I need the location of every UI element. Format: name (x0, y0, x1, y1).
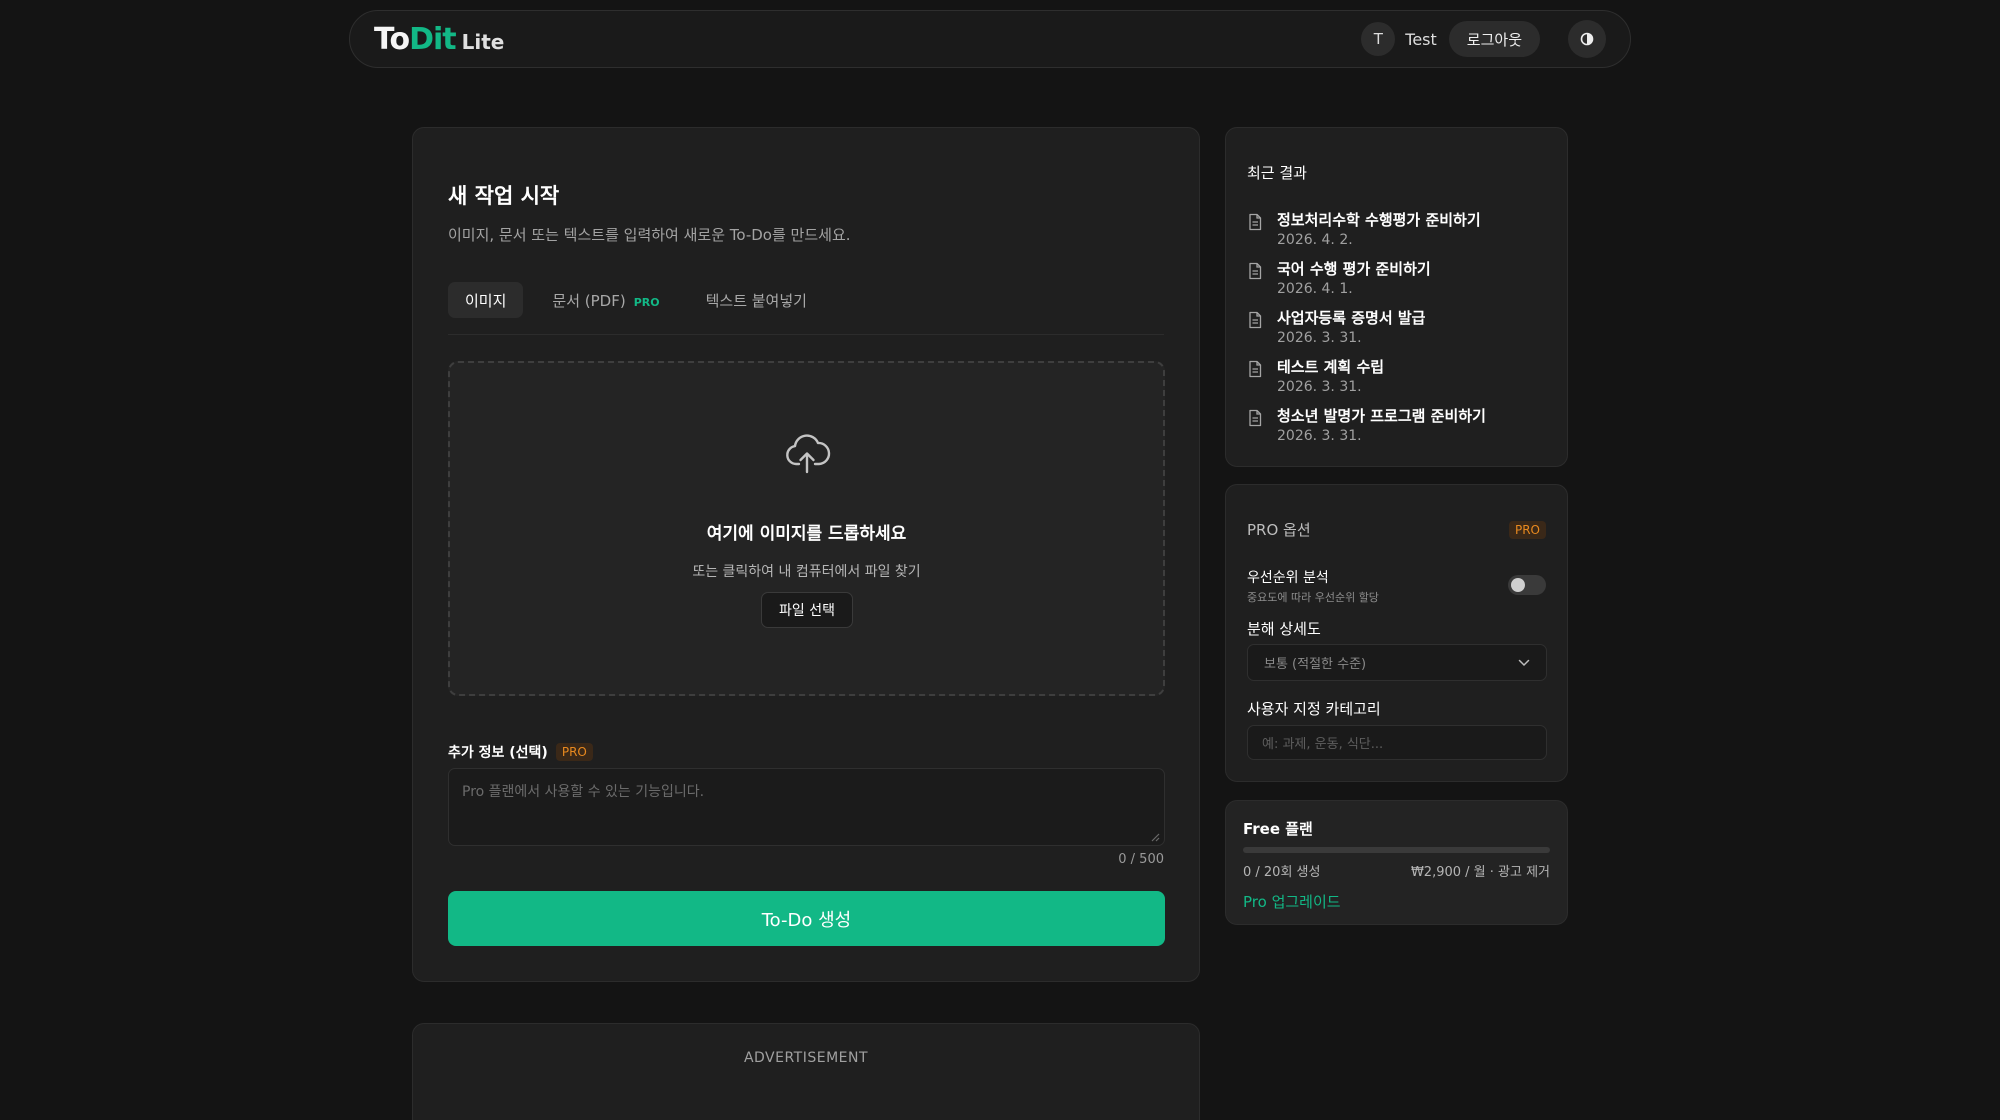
image-dropzone[interactable]: 여기에 이미지를 드롭하세요 또는 클릭하여 내 컴퓨터에서 파일 찾기 파일 … (448, 361, 1165, 696)
logo-dit: Dit (409, 21, 457, 57)
logo-lite: Lite (461, 29, 505, 54)
recent-item-title: 청소년 발명가 프로그램 준비하기 (1277, 407, 1486, 425)
plan-panel: Free 플랜 0 / 20회 생성 ₩2,900 / 월 · 광고 제거 Pr… (1225, 800, 1568, 925)
logout-button[interactable]: 로그아웃 (1448, 21, 1540, 57)
tab-paste-text[interactable]: 텍스트 붙여넣기 (689, 282, 824, 318)
app-logo[interactable]: To Dit Lite (374, 22, 504, 57)
extra-info-textarea[interactable]: Pro 플랜에서 사용할 수 있는 기능입니다. (448, 768, 1165, 846)
textarea-placeholder: Pro 플랜에서 사용할 수 있는 기능입니다. (462, 784, 705, 800)
advertisement-card: ADVERTISEMENT (412, 1023, 1200, 1120)
pro-upgrade-link[interactable]: Pro 업그레이드 (1243, 891, 1341, 912)
recent-item[interactable]: 사업자등록 증명서 발급 2026. 3. 31. (1247, 308, 1547, 348)
priority-analysis-toggle[interactable] (1508, 575, 1546, 595)
input-type-tabs: 이미지 문서 (PDF) PRO 텍스트 붙여넣기 (448, 282, 824, 318)
document-icon (1249, 213, 1262, 231)
document-icon (1249, 360, 1262, 378)
recent-item-date: 2026. 3. 31. (1277, 428, 1362, 444)
pro-options-header: PRO 옵션 PRO (1247, 519, 1546, 540)
theme-toggle-button[interactable] (1568, 20, 1606, 58)
recent-item[interactable]: 국어 수행 평가 준비하기 2026. 4. 1. (1247, 259, 1547, 299)
dropzone-subtitle: 또는 클릭하여 내 컴퓨터에서 파일 찾기 (692, 564, 921, 580)
detail-level-value: 보통 (적절한 수준) (1264, 657, 1367, 672)
recent-item-title: 사업자등록 증명서 발급 (1277, 309, 1426, 327)
pro-price: ₩2,900 / 월 · 광고 제거 (1410, 865, 1550, 880)
recent-item[interactable]: 정보처리수학 수행평가 준비하기 2026. 4. 2. (1247, 210, 1547, 250)
recent-item-title: 국어 수행 평가 준비하기 (1277, 260, 1431, 278)
tab-document-pdf[interactable]: 문서 (PDF) PRO (535, 282, 676, 318)
pro-options-panel: PRO 옵션 PRO 우선순위 분석 중요도에 따라 우선순위 할당 분해 상세… (1225, 484, 1568, 782)
dropzone-title: 여기에 이미지를 드롭하세요 (706, 524, 907, 544)
contrast-icon (1580, 32, 1594, 46)
custom-category-input[interactable]: 예: 과제, 운동, 식단... (1247, 725, 1547, 760)
recent-item-date: 2026. 3. 31. (1277, 379, 1362, 395)
document-icon (1249, 262, 1262, 280)
new-task-card: 새 작업 시작 이미지, 문서 또는 텍스트를 입력하여 새로운 To-Do를 … (412, 127, 1200, 982)
extra-info-label-text: 추가 정보 (선택) (448, 745, 548, 761)
recent-results-title: 최근 결과 (1247, 164, 1307, 182)
plan-usage-row: 0 / 20회 생성 ₩2,900 / 월 · 광고 제거 (1243, 861, 1550, 880)
plan-title: Free 플랜 (1243, 820, 1313, 838)
generate-todo-button[interactable]: To-Do 생성 (448, 891, 1165, 946)
recent-results-panel: 최근 결과 정보처리수학 수행평가 준비하기 2026. 4. 2. 국어 수행… (1225, 127, 1568, 467)
recent-item[interactable]: 청소년 발명가 프로그램 준비하기 2026. 3. 31. (1247, 406, 1547, 446)
priority-analysis-description: 중요도에 따라 우선순위 할당 (1247, 591, 1379, 604)
select-file-button[interactable]: 파일 선택 (761, 592, 853, 628)
logo-to: To (374, 21, 410, 57)
usage-count: 0 / 20회 생성 (1243, 865, 1321, 880)
tab-label: 문서 (PDF) (552, 291, 626, 310)
page-title: 새 작업 시작 (448, 184, 560, 208)
tab-label: 텍스트 붙여넣기 (705, 291, 807, 310)
char-counter: 0 / 500 (1118, 852, 1164, 867)
advertisement-label: ADVERTISEMENT (743, 1050, 869, 1066)
priority-analysis-row: 우선순위 분석 중요도에 따라 우선순위 할당 (1247, 567, 1546, 605)
tab-label: 이미지 (465, 291, 507, 310)
pro-badge: PRO (1508, 520, 1546, 539)
chevron-down-icon (1518, 659, 1530, 666)
recent-item-date: 2026. 4. 1. (1277, 281, 1353, 297)
username: Test (1405, 29, 1437, 49)
document-icon (1249, 311, 1262, 329)
detail-level-label: 분해 상세도 (1247, 620, 1321, 638)
pro-badge: PRO (633, 295, 660, 309)
avatar[interactable]: T (1361, 22, 1396, 56)
priority-analysis-label: 우선순위 분석 (1247, 570, 1329, 586)
tab-image[interactable]: 이미지 (448, 282, 524, 318)
recent-item-title: 테스트 계획 수립 (1277, 358, 1385, 376)
custom-category-placeholder: 예: 과제, 운동, 식단... (1262, 737, 1384, 752)
pro-badge: PRO (555, 743, 593, 761)
detail-level-select[interactable]: 보통 (적절한 수준) (1247, 644, 1547, 681)
divider (448, 334, 1164, 335)
document-icon (1249, 409, 1262, 427)
custom-category-label: 사용자 지정 카테고리 (1247, 700, 1381, 718)
usage-progress-bar (1243, 847, 1550, 853)
extra-info-label: 추가 정보 (선택) PRO (448, 742, 593, 762)
recent-item-date: 2026. 3. 31. (1277, 330, 1362, 346)
page-subtitle: 이미지, 문서 또는 텍스트를 입력하여 새로운 To-Do를 만드세요. (448, 226, 851, 244)
resize-grip-icon[interactable] (1150, 832, 1160, 842)
recent-item[interactable]: 테스트 계획 수립 2026. 3. 31. (1247, 357, 1547, 397)
cloud-upload-icon (786, 434, 831, 474)
header-actions: T Test 로그아웃 (1361, 20, 1606, 58)
top-navbar: To Dit Lite T Test 로그아웃 (349, 10, 1631, 68)
recent-item-title: 정보처리수학 수행평가 준비하기 (1277, 211, 1481, 229)
pro-options-title: PRO 옵션 (1247, 521, 1311, 539)
recent-item-date: 2026. 4. 2. (1277, 232, 1353, 248)
